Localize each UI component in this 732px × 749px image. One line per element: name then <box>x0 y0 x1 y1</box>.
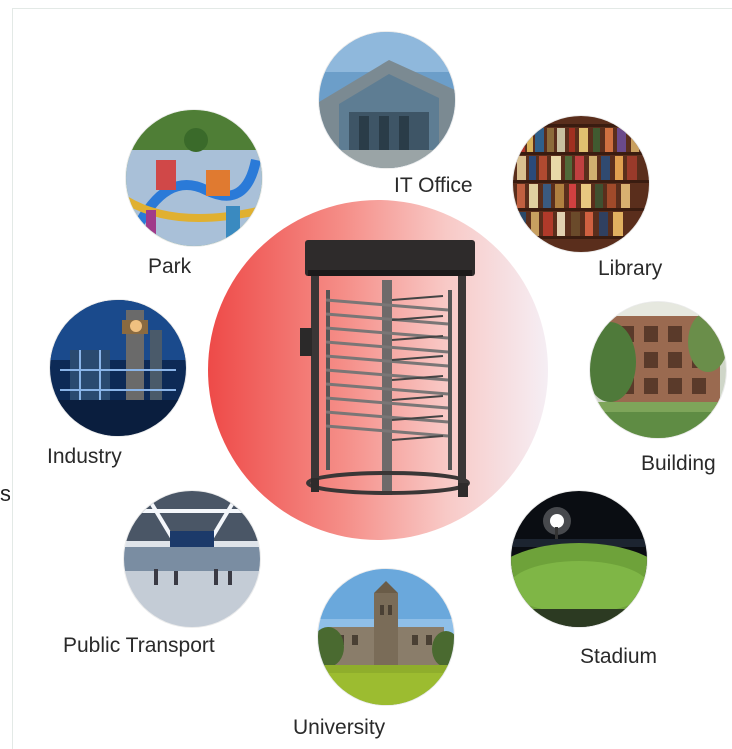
building-photo <box>590 302 726 438</box>
it-office-label: IT Office <box>394 174 473 197</box>
park-label: Park <box>148 255 192 278</box>
frame-border-top <box>12 8 732 9</box>
building-label: Building <box>641 452 716 475</box>
industry-label: Industry <box>47 445 122 468</box>
university-photo <box>318 569 454 705</box>
it-office-photo <box>319 32 455 168</box>
park-photo <box>126 110 262 246</box>
public-transport-photo <box>124 491 260 627</box>
university-label: University <box>293 716 386 739</box>
frame-border-left <box>12 8 13 749</box>
stadium-photo <box>511 491 647 627</box>
stadium-label: Stadium <box>580 645 658 668</box>
cropped-edge-text: s <box>0 483 10 505</box>
turnstile-icon <box>300 240 475 497</box>
applications-diagram: s IT Office Library Building Stadium Uni… <box>0 0 732 749</box>
library-label: Library <box>598 257 663 280</box>
center-turnstile-disc <box>208 200 548 540</box>
industry-photo <box>50 300 186 436</box>
library-photo <box>513 116 649 252</box>
public-transport-label: Public Transport <box>63 634 215 657</box>
